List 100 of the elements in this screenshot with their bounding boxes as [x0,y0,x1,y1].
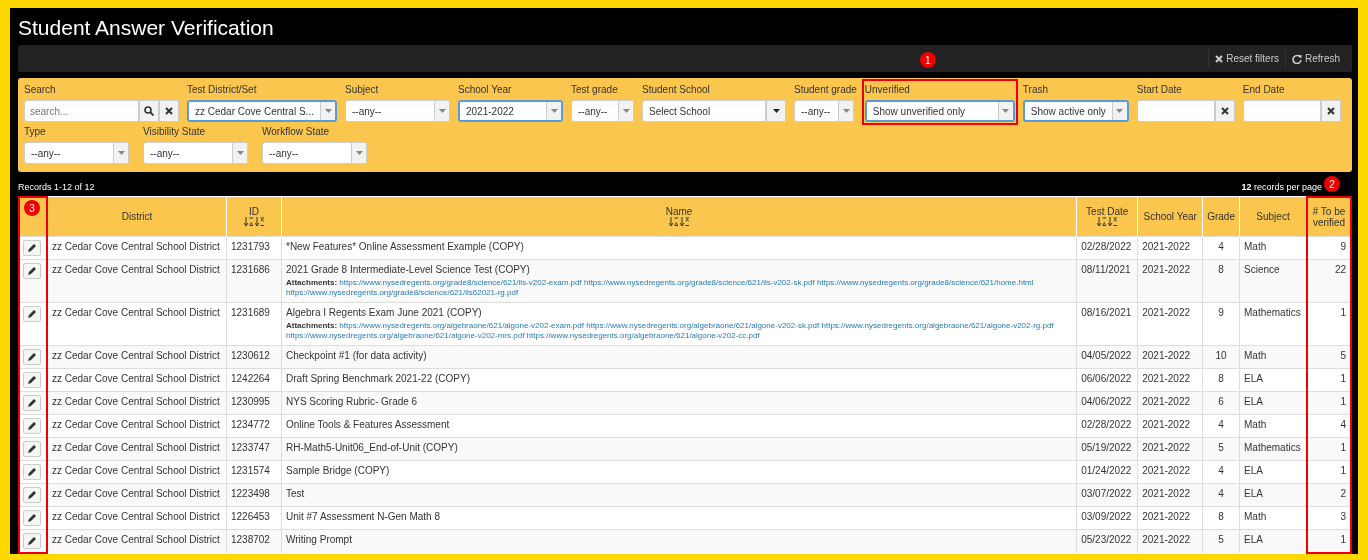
pencil-icon [28,267,36,275]
select-field[interactable]: Show active only [1022,100,1129,122]
column-header: Grade [1202,197,1240,237]
caret-icon [622,109,630,113]
pencil-icon [28,353,36,361]
filter-label: Type [24,125,47,139]
column-header: District [47,197,227,237]
attachment-link[interactable]: https://www.nysedregents.org/grade8/science/621/ils-v202-exam.pdf [339,278,582,287]
edit-button[interactable] [23,510,41,526]
attachment-link[interactable]: https://www.nysedregents.org/grade8/science/621/ils-v202-sk.pdf [583,278,815,287]
attachments-label: Attachments: [286,278,338,287]
date-field[interactable] [1136,100,1215,122]
select-field[interactable]: zz Cedar Cove Central S... [187,100,337,122]
attachment-link[interactable]: https://www.nysedregents.org/algebraone/621/algone-v202-rg.pdf [821,321,1054,330]
pencil-icon [28,399,36,407]
select-field[interactable]: --any-- [571,100,634,122]
attachment-link[interactable]: https://www.nysedregents.org/algebraone/621/algone-v202-cc.pdf [526,331,760,340]
select-field[interactable]: --any-- [262,142,367,164]
test-name: 2021 Grade 8 Intermediate-Level Science Test (COPY) [286,264,531,275]
filter-label: Search [24,83,57,97]
search-button[interactable] [139,100,159,122]
table-cell: ELA [1239,529,1307,553]
reset-filters-button[interactable]: Reset filters [1208,49,1285,68]
select-field[interactable]: --any-- [24,142,129,164]
table-cell: Math [1239,345,1307,369]
filter-label: Test District/Set [187,83,258,97]
edit-button[interactable] [23,240,41,256]
column-header: Subject [1239,197,1307,237]
filter-label: School Year [458,83,513,97]
pencil-icon [28,537,36,545]
pencil-icon [28,514,36,522]
select-field[interactable]: Show unverified only [864,100,1015,122]
table-cell: 2021-2022 [1137,391,1203,415]
sort-ascending-icon [1096,217,1107,227]
close-icon [1220,107,1229,115]
filter-label: Student School [642,83,711,97]
table-cell: 5 [1202,529,1240,553]
edit-button[interactable] [23,349,41,365]
school-dropdown[interactable]: Select School [642,100,766,122]
caret-icon [1002,109,1010,113]
edit-button[interactable] [23,395,41,411]
attachment-link[interactable]: https://www.nysedregents.org/grade8/science/621/home.html [817,278,1034,287]
table-cell: 1 [1307,391,1351,415]
table-cell: 1230995 [226,391,282,415]
filter-label: Trash [1022,83,1050,97]
edit-button[interactable] [23,418,41,434]
caret-icon [1116,109,1124,113]
clear-button[interactable] [1320,100,1341,122]
select-field[interactable]: 2021-2022 [458,100,563,122]
edit-button[interactable] [23,487,41,503]
filter-label: Visibility State [143,125,207,139]
edit-button[interactable] [23,441,41,457]
edit-button[interactable] [23,533,41,549]
select-field[interactable]: --any-- [794,100,854,122]
dropdown-toggle[interactable] [766,100,786,122]
table-cell: 2021-2022 [1137,345,1203,369]
attachment-link[interactable]: https://www.nysedregents.org/algebraone/621/algone-v202-exam.pdf [339,321,584,330]
attachment-link[interactable]: https://www.nysedregents.org/algebraone/621/algone-v202-sk.pdf [586,321,820,330]
clear-button[interactable] [159,100,179,122]
table-cell: 22 [1307,259,1351,303]
table-cell: 8 [1202,259,1240,303]
edit-button[interactable] [23,464,41,480]
select-field[interactable]: --any-- [143,142,248,164]
sort-descending-icon [254,217,265,227]
refresh-button[interactable]: Refresh [1285,49,1346,68]
close-icon [165,107,173,115]
table-cell: ELA [1239,391,1307,415]
edit-button[interactable] [23,372,41,388]
table-cell: 08/11/2021 [1076,259,1138,303]
table-cell: 1223498 [226,483,282,507]
sort-ascending-icon [243,217,254,227]
test-name: RH-Math5-Unit06_End-of-Unit (COPY) [286,442,459,453]
attachment-link[interactable]: https://www.nysedregents.org/algebraone/621/algone-v202-mrs.pdf [286,331,525,340]
sort-ascending-icon [668,217,679,227]
table-cell: 1238702 [226,529,282,553]
pencil-icon [28,422,36,430]
caret-icon [842,109,850,113]
search-field[interactable]: search... [24,100,139,122]
column-header: Name [281,197,1077,237]
sort-descending-icon [679,217,690,227]
table-cell: 03/07/2022 [1076,483,1138,507]
select-field[interactable]: --any-- [345,100,450,122]
test-name: *New Features* Online Assessment Example (COPY) [286,241,525,252]
table-cell: 1 [1307,437,1351,461]
callout-badge: 3 [24,200,40,216]
table-cell: 1231686 [226,259,282,303]
edit-button[interactable] [23,263,41,279]
pencil-icon [28,445,36,453]
test-name: Unit #7 Assessment N-Gen Math 8 [286,511,441,522]
table-cell: 10 [1202,345,1240,369]
date-field[interactable] [1242,100,1321,122]
attachments-label: Attachments: [286,321,338,330]
pencil-icon [28,468,36,476]
attachment-link[interactable]: https://www.nysedregents.org/grade8/science/621/ils62021-rg.pdf [286,288,519,297]
clear-button[interactable] [1214,100,1235,122]
filter-label: End Date [1242,83,1286,97]
caret-icon [550,109,558,113]
edit-button[interactable] [23,306,41,322]
filter-label: Workflow State [262,125,331,139]
test-name: Online Tools & Features Assessment [286,419,451,430]
